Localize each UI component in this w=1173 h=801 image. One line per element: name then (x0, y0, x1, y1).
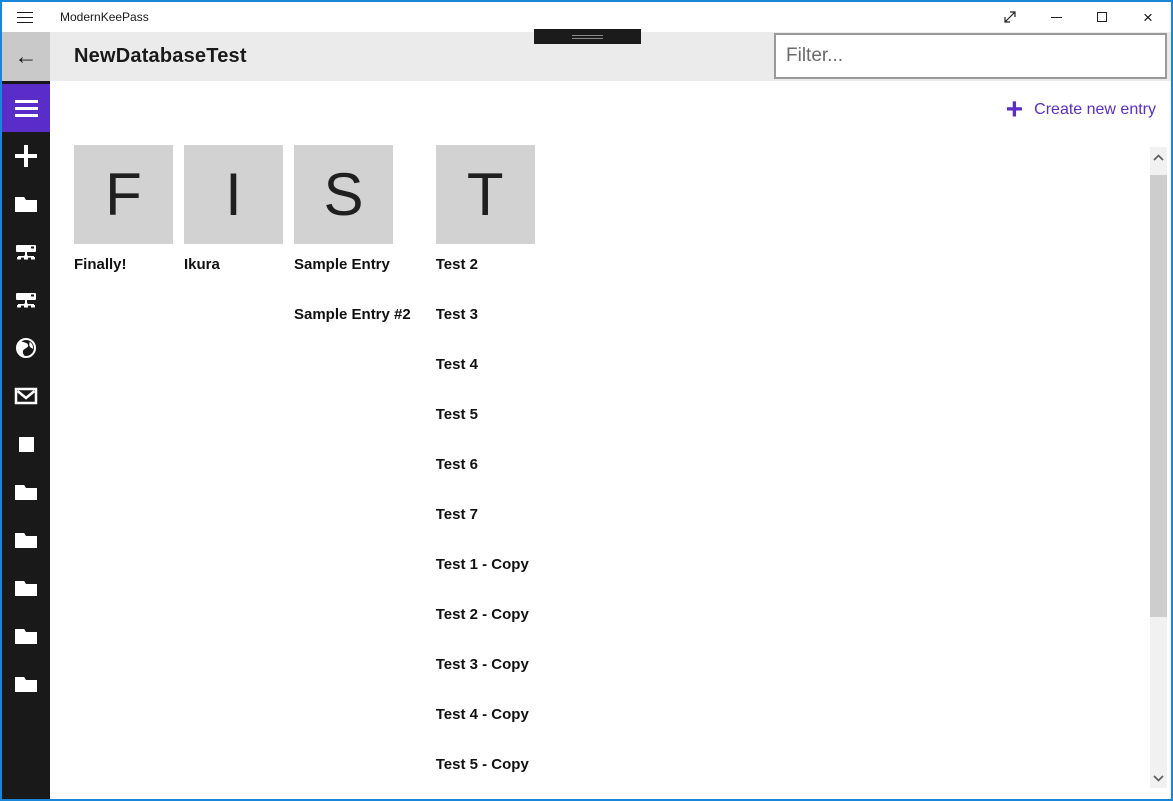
plus-icon (15, 145, 37, 167)
titlebar: ModernKeePass × (2, 2, 1171, 32)
close-icon: × (1143, 9, 1153, 26)
mail-icon (14, 387, 38, 405)
create-new-entry-label: Create new entry (1034, 101, 1156, 119)
square-icon (19, 437, 34, 452)
entry-group: FFinally! (74, 145, 173, 294)
entry-groups: FFinally!IIkuraSSample EntrySample Entry… (74, 145, 554, 794)
entry-item[interactable]: Test 1 - Copy (436, 544, 543, 594)
folder-icon (14, 578, 38, 598)
entry-group: TTest 2Test 3Test 4Test 5Test 6Test 7Tes… (436, 145, 543, 794)
entry-item[interactable]: Test 6 (436, 444, 543, 494)
hamburger-icon (15, 100, 38, 103)
back-button[interactable]: ← (2, 32, 50, 81)
hamburger-bar (17, 22, 33, 23)
app-title: ModernKeePass (60, 10, 149, 24)
group-letter-tile[interactable]: F (74, 145, 173, 244)
chevron-down-icon (1153, 775, 1164, 782)
group-letter-tile[interactable]: I (184, 145, 283, 244)
sidebar-item-open[interactable] (2, 180, 50, 228)
folder-icon (14, 674, 38, 694)
sidebar-item-menu[interactable] (2, 84, 50, 132)
entry-group: SSample EntrySample Entry #2 (294, 145, 425, 344)
entry-item[interactable]: Sample Entry (294, 244, 425, 294)
globe-icon (15, 337, 37, 359)
app-window: ModernKeePass × ← NewDatabaseTest (0, 0, 1173, 801)
maximize-icon (1097, 12, 1107, 22)
hamburger-bar (15, 107, 38, 110)
handle-line (572, 35, 603, 36)
handle-line (572, 38, 603, 39)
scrollbar-thumb[interactable] (1150, 175, 1167, 617)
filter-input[interactable] (774, 33, 1167, 79)
minimize-icon (1051, 17, 1062, 18)
sidebar-item-mail[interactable] (2, 372, 50, 420)
scroll-up-button[interactable] (1150, 147, 1167, 167)
sidebar-item-group-misc[interactable] (2, 420, 50, 468)
folder-icon (14, 194, 38, 214)
network-icon (14, 291, 38, 309)
entry-item[interactable]: Sample Entry #2 (294, 294, 425, 344)
sidebar-item-group-5[interactable] (2, 660, 50, 708)
back-arrow-icon: ← (15, 43, 38, 70)
chevron-up-icon (1153, 154, 1164, 161)
sidebar (2, 81, 50, 799)
main-content: + Create new entry FFinally!IIkuraSSampl… (50, 81, 1171, 799)
hamburger-bar (15, 114, 38, 117)
hamburger-bar (17, 17, 33, 18)
entry-item[interactable]: Test 4 (436, 344, 543, 394)
entry-item[interactable]: Test 5 (436, 394, 543, 444)
group-letter-tile[interactable]: S (294, 145, 393, 244)
diagonal-resize-icon (1002, 9, 1018, 25)
folder-icon (14, 626, 38, 646)
sidebar-item-recent-1[interactable] (2, 228, 50, 276)
plus-icon: + (1006, 99, 1024, 121)
sidebar-item-recent-2[interactable] (2, 276, 50, 324)
entry-item[interactable]: Test 3 - Copy (436, 644, 543, 694)
scroll-down-button[interactable] (1150, 768, 1167, 788)
network-icon (14, 243, 38, 261)
fullscreen-button[interactable] (987, 2, 1033, 32)
folder-icon (14, 482, 38, 502)
group-letter-tile[interactable]: T (436, 145, 535, 244)
minimize-button[interactable] (1033, 2, 1079, 32)
sidebar-item-group-4[interactable] (2, 612, 50, 660)
sidebar-item-group-2[interactable] (2, 516, 50, 564)
folder-icon (14, 530, 38, 550)
entry-item[interactable]: Ikura (184, 244, 283, 294)
entry-item[interactable]: Test 4 - Copy (436, 694, 543, 744)
sidebar-item-web[interactable] (2, 324, 50, 372)
entry-item[interactable]: Test 3 (436, 294, 543, 344)
create-new-entry-button[interactable]: + Create new entry (1006, 99, 1156, 121)
close-button[interactable]: × (1125, 2, 1171, 32)
sidebar-item-new[interactable] (2, 132, 50, 180)
entry-group: IIkura (184, 145, 283, 294)
entry-item[interactable]: Test 5 - Copy (436, 744, 543, 794)
entry-item[interactable]: Test 2 - Copy (436, 594, 543, 644)
entry-item[interactable]: Finally! (74, 244, 173, 294)
page-title: NewDatabaseTest (74, 45, 247, 68)
sidebar-item-group-1[interactable] (2, 468, 50, 516)
maximize-button[interactable] (1079, 2, 1125, 32)
titlebar-hamburger-icon[interactable] (2, 2, 48, 32)
sidebar-item-group-3[interactable] (2, 564, 50, 612)
collapsed-pane-handle[interactable] (534, 29, 641, 44)
entry-item[interactable]: Test 2 (436, 244, 543, 294)
entry-item[interactable]: Test 7 (436, 494, 543, 544)
vertical-scrollbar[interactable] (1150, 147, 1167, 788)
hamburger-bar (17, 12, 33, 13)
